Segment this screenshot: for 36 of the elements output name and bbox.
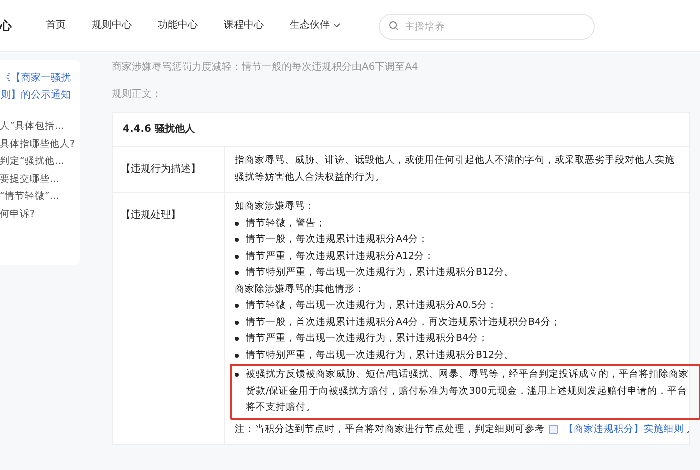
sidebar-item[interactable]: 判定“骚扰他… [0, 153, 80, 170]
subtitle: 商家涉嫌辱骂惩罚力度减轻：情节一般的每次违规积分由A6下调至A4 [112, 60, 420, 75]
paragraph: 商家除涉嫌辱骂的其他情形： [235, 284, 365, 294]
row-label: 【违规行为描述】 [121, 164, 201, 175]
section-label: 规则正文： [112, 88, 163, 102]
list-item-text: 情节一般，每次违规累计违规积分A4分； [246, 233, 429, 247]
note-text: 注：当积分达到节点时，平台将对商家进行节点处理，判定细则可参考 [235, 422, 545, 436]
nav-link[interactable]: 首页 [46, 18, 66, 33]
sidebar-item[interactable]: 何申诉? [0, 206, 80, 223]
sidebar-item[interactable]: 具体指哪些他人? [0, 136, 80, 153]
paragraph: 指商家辱骂、威胁、诽谤、诋毁他人，或使用任何引起他人不满的字句，或采取恶劣手段对他人实施骚扰等妨害他人合法权益的行为。 [235, 155, 675, 182]
list-item-text: 情节特别严重，每出现一次违规行为，累计违规积分B12分。 [246, 348, 515, 362]
list-item-text: 情节一般，首次违规累计违规积分A4分，再次违规累计违规积分B4分； [246, 316, 562, 330]
row-label: 【违规处理】 [121, 210, 181, 221]
sidebar-item[interactable]: 人”具体包括… [0, 118, 80, 136]
sidebar-title[interactable]: 则】的公示通知 [1, 87, 80, 104]
paragraph: 如商家涉嫌辱骂： [235, 201, 315, 212]
nav-link[interactable]: 功能中心 [158, 18, 198, 33]
sidebar-item[interactable]: 要提交哪些… [0, 170, 80, 188]
search-icon [389, 20, 399, 30]
list-item-text: 情节严重，每出现一次违规行为，累计违规积分B4分； [246, 332, 489, 346]
search-field[interactable]: 主播培养 [379, 14, 595, 40]
list-item-text: 情节严重，每次违规累计违规积分A12分； [246, 250, 435, 264]
list-item-text: 情节轻微，每出现一次违规行为，累计违规积分A0.5分； [246, 299, 498, 313]
list-item-text: 被骚扰方反馈被商家威胁、短信/电话骚扰、网暴、辱骂等，经平台判定投诉成立的，平台将扣除商家货款/保证金用于向被骚扰方赔付，赔付标准为每次300元现金，滥用上述规则发起赔付申请的，平台将不支持赔付。 [246, 368, 690, 415]
caret-icon [333, 23, 341, 28]
list-item-text: 情节轻微，警告； [246, 216, 326, 230]
nav-link[interactable]: 规则中心 [92, 18, 132, 33]
note-end: 。 [686, 422, 696, 436]
nav-link[interactable]: 课程中心 [224, 18, 264, 33]
table-heading: 4.4.6 骚扰他人 [123, 122, 195, 137]
list-item-text: 情节特别严重，每出现一次违规行为，累计违规积分B12分。 [246, 266, 515, 280]
sidebar-item[interactable]: “情节轻微”… [0, 188, 80, 206]
rule-link[interactable]: 【商家违规积分】实施细则 [564, 422, 684, 438]
nav-link[interactable]: 生态伙伴 [290, 18, 341, 33]
sidebar-title[interactable]: 《【商家一骚扰 [1, 70, 80, 87]
